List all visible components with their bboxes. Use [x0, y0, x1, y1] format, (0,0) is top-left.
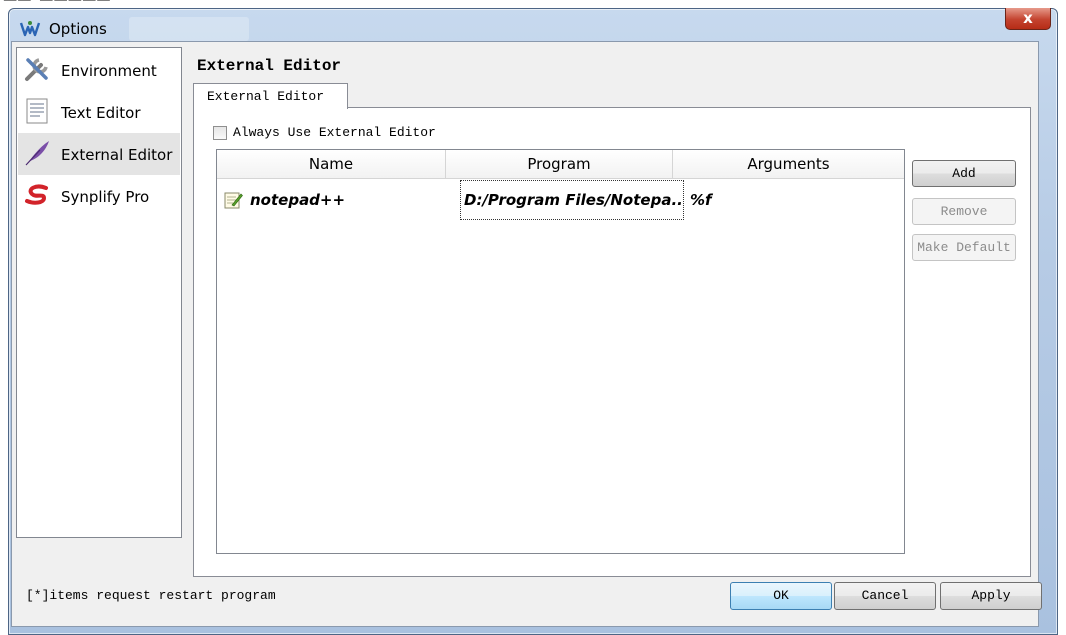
tools-icon: [25, 58, 48, 81]
add-button[interactable]: Add: [912, 160, 1016, 187]
page-title: External Editor: [197, 57, 342, 75]
nav-item-label: Text Editor: [61, 104, 141, 122]
notepad-icon: [224, 192, 243, 209]
cell-name[interactable]: notepad++: [217, 180, 446, 220]
document-icon: [26, 98, 48, 124]
options-nav-list: Environment Text Editor External Editor …: [16, 47, 182, 538]
quill-icon: [25, 141, 49, 166]
window-title: Options: [49, 20, 107, 38]
nav-item-environment[interactable]: Environment: [18, 49, 180, 91]
checkbox-label: Always Use External Editor: [233, 125, 436, 140]
column-header-name[interactable]: Name: [217, 150, 446, 179]
tab-external-editor[interactable]: External Editor: [193, 83, 348, 109]
restart-note: [*]items request restart program: [26, 588, 276, 603]
always-use-external-editor-checkbox[interactable]: [213, 126, 227, 140]
make-default-button[interactable]: Make Default: [912, 234, 1016, 261]
table-header: Name Program Arguments: [217, 150, 904, 179]
remove-button[interactable]: Remove: [912, 198, 1016, 225]
ok-button[interactable]: OK: [730, 582, 832, 610]
close-button[interactable]: x: [1005, 8, 1051, 30]
synplify-icon: [25, 184, 48, 205]
nav-item-label: External Editor: [61, 146, 173, 164]
column-header-program[interactable]: Program: [446, 150, 673, 179]
cell-name-text: notepad++: [250, 191, 346, 209]
nav-item-label: Environment: [61, 62, 157, 80]
editors-table: Name Program Arguments notepad++ D:/Prog…: [216, 149, 905, 554]
nav-item-external-editor[interactable]: External Editor: [18, 133, 180, 175]
app-logo-icon: [19, 21, 41, 37]
apply-button[interactable]: Apply: [940, 582, 1042, 610]
cell-arguments[interactable]: %f: [690, 180, 890, 220]
nav-item-label: Synplify Pro: [61, 188, 150, 206]
cancel-button[interactable]: Cancel: [834, 582, 936, 610]
close-icon: x: [1023, 9, 1033, 27]
table-row[interactable]: notepad++ D:/Program Files/Notepa... %f: [217, 180, 904, 220]
cell-program[interactable]: D:/Program Files/Notepa...: [460, 180, 684, 220]
nav-item-synplify-pro[interactable]: Synplify Pro: [18, 175, 180, 217]
column-header-arguments[interactable]: Arguments: [673, 150, 904, 179]
nav-item-text-editor[interactable]: Text Editor: [18, 91, 180, 133]
background-tab-ghost: [129, 17, 249, 41]
